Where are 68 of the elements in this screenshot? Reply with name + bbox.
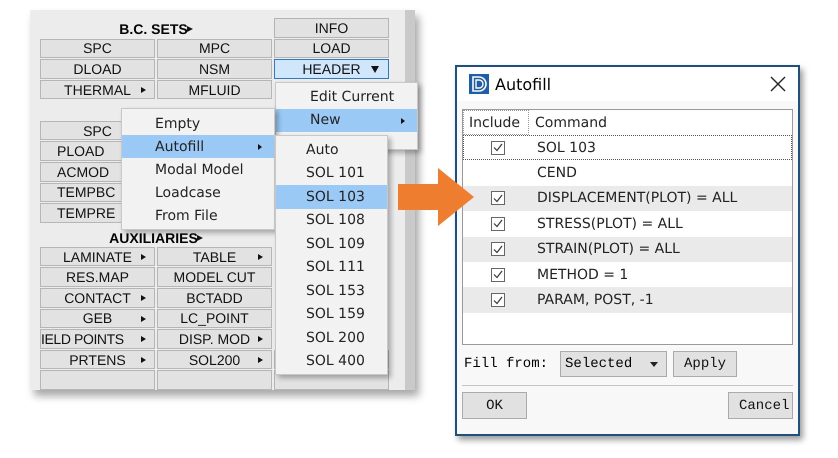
panel-button[interactable]: NSM — [157, 59, 272, 79]
checkbox[interactable] — [491, 242, 505, 256]
caret-icon — [650, 362, 658, 367]
menu-item[interactable]: SOL 153 — [276, 279, 387, 302]
table-cell-text: CEND — [536, 165, 577, 182]
panel-button[interactable]: DLOAD — [40, 59, 155, 79]
menu-item[interactable]: SOL 109 — [276, 232, 387, 256]
panel-button[interactable]: PRTENS — [40, 350, 155, 370]
menu-item[interactable]: SOL 400 — [276, 350, 387, 373]
field-label: Fill from: — [464, 356, 548, 372]
menu-item[interactable]: Edit Current — [276, 85, 417, 108]
table-row[interactable]: DISPLACEMENT(PLOT) = ALL — [463, 186, 792, 212]
menu-item[interactable]: Autofill — [122, 135, 274, 158]
section-title: B.C. SETS — [119, 20, 188, 37]
caret-icon — [371, 66, 379, 74]
panel-button[interactable]: GEB — [40, 308, 155, 328]
ok-button[interactable]: OK — [462, 392, 527, 419]
panel-button[interactable]: SOL200 — [157, 350, 272, 370]
checkbox[interactable] — [491, 140, 505, 155]
apply-button[interactable]: Apply — [673, 351, 738, 377]
app-icon — [469, 74, 489, 94]
table-row[interactable]: STRESS(PLOT) = ALL — [463, 211, 792, 237]
menu-item[interactable]: SOL 200 — [276, 326, 387, 350]
checkbox[interactable] — [491, 268, 505, 282]
table-row[interactable]: METHOD = 1 — [463, 262, 792, 288]
panel-button[interactable]: BCTADD — [157, 288, 272, 308]
table-row[interactable]: SOL 103 — [463, 135, 792, 160]
checkbox[interactable] — [491, 191, 505, 206]
panel-button[interactable]: LOAD — [274, 38, 389, 58]
panel-button[interactable]: MFLUID — [157, 80, 272, 100]
fill-from-dropdown[interactable]: Selected — [560, 351, 668, 377]
panel-button[interactable]: CONTACT — [40, 288, 155, 308]
panel-button[interactable]: MPC — [157, 38, 272, 58]
menu-item[interactable]: New — [276, 108, 417, 132]
cancel-button[interactable]: Cancel — [728, 392, 793, 419]
panel-button[interactable]: LAMINATE — [40, 246, 155, 266]
panel-button[interactable]: SPC — [40, 38, 155, 58]
menu-item[interactable]: SOL 111 — [276, 256, 387, 279]
panel-button[interactable]: DISP. MOD — [157, 329, 272, 349]
menu-item[interactable]: SOL 108 — [276, 208, 387, 232]
panel-button[interactable]: RES.MAP — [40, 267, 155, 288]
table-cell-text: DISPLACEMENT(PLOT) = ALL — [536, 190, 738, 206]
header-dropdown[interactable]: HEADER — [274, 59, 389, 79]
info-button[interactable]: INFO — [274, 18, 389, 38]
panel-button[interactable]: THERMAL — [40, 80, 155, 100]
checkbox[interactable] — [491, 216, 505, 231]
table-row[interactable]: PARAM, POST, -1 — [463, 287, 792, 313]
panel-button[interactable]: IELD POINTS — [40, 329, 155, 349]
arrow-icon — [398, 168, 476, 226]
column-header[interactable]: Command — [529, 114, 607, 130]
table-cell-text: STRESS(PLOT) = ALL — [536, 216, 683, 232]
table-cell-text: METHOD = 1 — [536, 266, 628, 283]
panel-button[interactable]: MODEL CUT — [157, 267, 272, 288]
checkbox[interactable] — [491, 293, 505, 308]
menu-item[interactable]: SOL 159 — [276, 302, 387, 326]
window-title: Autofill — [495, 74, 552, 94]
table-cell-text: PARAM, POST, -1 — [536, 292, 654, 308]
section-title: AUXILIARIES — [109, 230, 198, 246]
panel-button[interactable]: LC_POINT — [157, 308, 272, 328]
table-row[interactable]: STRAIN(PLOT) = ALL — [463, 236, 792, 262]
menu-item[interactable]: SOL 103 — [276, 185, 387, 208]
table-row[interactable]: CEND — [463, 160, 792, 186]
table-cell-text: STRAIN(PLOT) = ALL — [536, 241, 680, 258]
table-cell-text: SOL 103 — [536, 140, 596, 156]
panel-button[interactable]: TABLE — [157, 246, 272, 266]
close-icon[interactable] — [770, 76, 786, 92]
menu-item[interactable]: Auto — [276, 138, 387, 162]
menu-item[interactable]: SOL 101 — [276, 162, 387, 185]
